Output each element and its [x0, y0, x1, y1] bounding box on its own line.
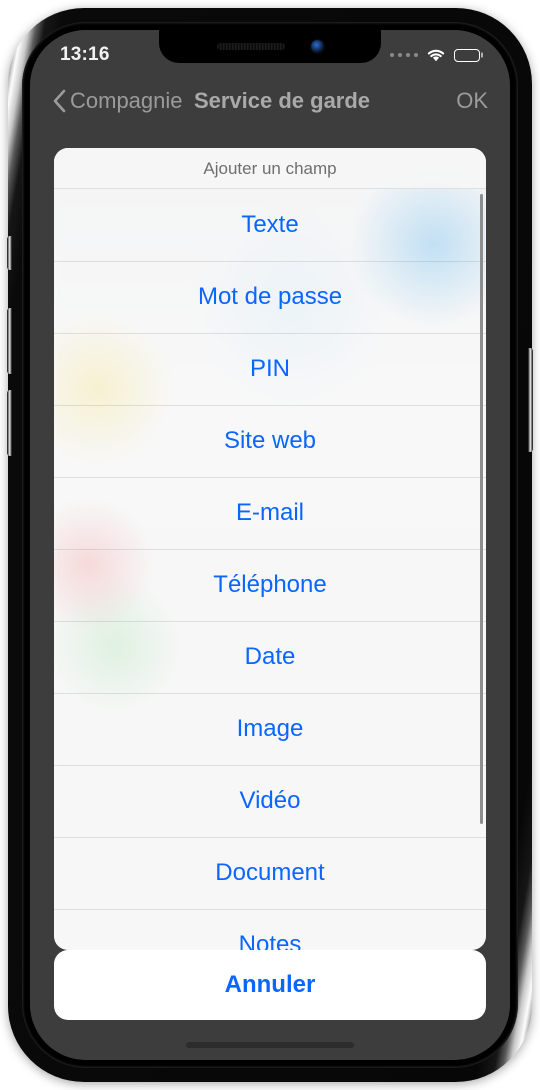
- phone-screen: 13:16 Compagnie Service de garde OK Ajou…: [30, 30, 510, 1060]
- option-document[interactable]: Document: [54, 837, 486, 909]
- action-sheet-overlay[interactable]: Ajouter un champ Texte Mot de passe PIN …: [30, 30, 510, 1060]
- action-sheet-options-list[interactable]: Texte Mot de passe PIN Site web E-mail T…: [54, 189, 486, 950]
- option-date[interactable]: Date: [54, 621, 486, 693]
- option-email[interactable]: E-mail: [54, 477, 486, 549]
- device-notch: [159, 30, 381, 63]
- option-mot-de-passe[interactable]: Mot de passe: [54, 261, 486, 333]
- silent-switch-button[interactable]: [7, 236, 12, 270]
- volume-up-button[interactable]: [7, 308, 12, 374]
- cancel-button[interactable]: Annuler: [54, 950, 486, 1020]
- option-site-web[interactable]: Site web: [54, 405, 486, 477]
- volume-down-button[interactable]: [7, 390, 12, 456]
- home-indicator-icon[interactable]: [186, 1042, 354, 1048]
- option-pin[interactable]: PIN: [54, 333, 486, 405]
- speaker-grille-icon: [216, 43, 285, 50]
- action-sheet-title: Ajouter un champ: [54, 148, 486, 189]
- action-sheet-card: Ajouter un champ Texte Mot de passe PIN …: [54, 148, 486, 950]
- phone-frame: 13:16 Compagnie Service de garde OK Ajou…: [7, 8, 533, 1082]
- option-image[interactable]: Image: [54, 693, 486, 765]
- option-notes[interactable]: Notes: [54, 909, 486, 950]
- option-telephone[interactable]: Téléphone: [54, 549, 486, 621]
- power-side-button[interactable]: [528, 348, 533, 452]
- option-video[interactable]: Vidéo: [54, 765, 486, 837]
- option-texte[interactable]: Texte: [54, 189, 486, 261]
- scrollbar-thumb[interactable]: [479, 194, 483, 824]
- front-camera-icon: [310, 40, 324, 53]
